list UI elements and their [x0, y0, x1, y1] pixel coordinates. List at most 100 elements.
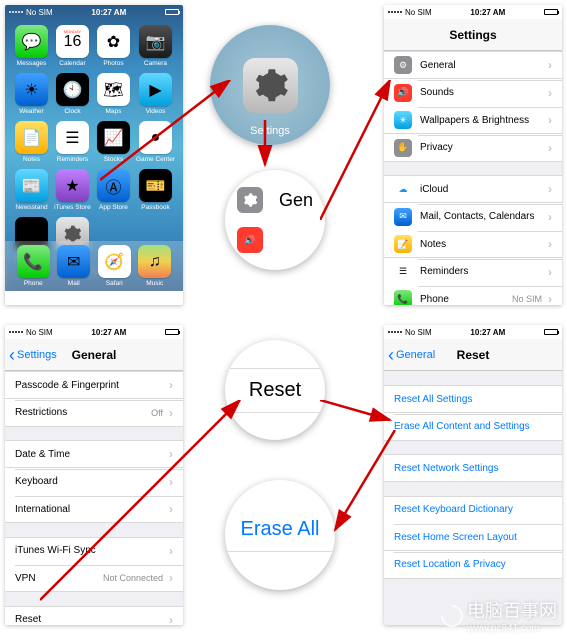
- row-wallpapers-brightness[interactable]: ☀Wallpapers & Brightness›: [384, 106, 562, 134]
- chevron-right-icon: ›: [548, 141, 552, 155]
- back-button[interactable]: Settings: [9, 349, 57, 361]
- zoom-general-row: Gen 🔊: [225, 170, 325, 270]
- maps-icon: 🗺: [97, 73, 130, 106]
- app-app-store[interactable]: ⒶApp Store: [95, 169, 132, 211]
- nav-title: Settings: [384, 28, 562, 42]
- dock: 📞Phone✉Mail🧭Safari♫Music: [5, 241, 183, 291]
- row-reset-network-settings[interactable]: Reset Network Settings: [384, 454, 562, 482]
- back-button[interactable]: General: [388, 349, 435, 361]
- chevron-right-icon: ›: [169, 544, 173, 558]
- row-date-time[interactable]: Date & Time›: [5, 440, 183, 468]
- general-label: Gen: [279, 190, 313, 211]
- app-label: Calendar: [59, 60, 85, 67]
- reminders-icon: ☰: [394, 263, 412, 281]
- row-general[interactable]: ⚙ General ›: [384, 51, 562, 79]
- chevron-right-icon: ›: [548, 58, 552, 72]
- passbook-icon: 🎫: [139, 169, 172, 202]
- gear-icon: [237, 187, 263, 213]
- app-label: Reminders: [57, 156, 88, 163]
- row-sounds[interactable]: 🔊Sounds›: [384, 79, 562, 107]
- sounds-icon: 🔊: [394, 84, 412, 102]
- app-newsstand[interactable]: 📰Newsstand: [13, 169, 50, 211]
- safari-icon: 🧭: [98, 245, 131, 278]
- camera-icon: 📷: [139, 25, 172, 58]
- app-game-center[interactable]: ●Game Center: [136, 121, 175, 163]
- dock-app-safari[interactable]: 🧭Safari: [98, 245, 131, 287]
- app-label: Clock: [64, 108, 80, 115]
- calendar-icon: MONDAY16: [56, 25, 89, 58]
- row-reset[interactable]: Reset›: [5, 606, 183, 626]
- row-reset-keyboard-dictionary[interactable]: Reset Keyboard Dictionary: [384, 496, 562, 524]
- row-label: Passcode & Fingerprint: [15, 380, 163, 391]
- app-messages[interactable]: 💬Messages: [13, 25, 50, 67]
- phone-icon: 📞: [17, 245, 50, 278]
- app-notes[interactable]: 📄Notes: [13, 121, 50, 163]
- row-icloud[interactable]: ☁iCloud›: [384, 175, 562, 203]
- app-clock[interactable]: 🕙 Clock: [54, 73, 91, 115]
- general-icon: ⚙: [394, 56, 412, 74]
- row-phone[interactable]: 📞PhoneNo SIM›: [384, 285, 562, 305]
- reminders-icon: ☰: [56, 121, 89, 154]
- settings-screen: No SIM 10:27 AM Settings ⚙General›🔊Sound…: [384, 5, 562, 305]
- app-label: Camera: [144, 60, 167, 67]
- phone-icon: 📞: [394, 290, 412, 305]
- app-label: Videos: [146, 108, 166, 115]
- app-itunes-store[interactable]: ★iTunes Store: [54, 169, 91, 211]
- row-itunes-wi-fi-sync[interactable]: iTunes Wi-Fi Sync›: [5, 537, 183, 565]
- app-stocks[interactable]: 📈Stocks: [95, 121, 132, 163]
- row-label: International: [15, 504, 163, 515]
- row-passcode-fingerprint[interactable]: Passcode & Fingerprint ›: [5, 371, 183, 399]
- chevron-right-icon: ›: [169, 406, 173, 420]
- app-passbook[interactable]: 🎫Passbook: [136, 169, 175, 211]
- row-label: General: [420, 60, 542, 71]
- row-label: Notes: [420, 239, 542, 250]
- reset-label: Reset: [225, 368, 325, 413]
- app-camera[interactable]: 📷 Camera: [136, 25, 175, 67]
- row-mail-contacts-calendars[interactable]: ✉Mail, Contacts, Calendars›: [384, 203, 562, 231]
- app-maps[interactable]: 🗺 Maps: [95, 73, 132, 115]
- app-videos[interactable]: ▶Videos: [136, 73, 175, 115]
- chevron-right-icon: ›: [169, 378, 173, 392]
- photos-icon: ✿: [97, 25, 130, 58]
- app-calendar[interactable]: MONDAY16 Calendar: [54, 25, 91, 67]
- mail-contacts-calendars-icon: ✉: [394, 208, 412, 226]
- app-photos[interactable]: ✿Photos: [95, 25, 132, 67]
- row-restrictions[interactable]: RestrictionsOff›: [5, 399, 183, 427]
- status-bar: No SIM 10:27 AM: [384, 325, 562, 339]
- chevron-right-icon: ›: [548, 182, 552, 196]
- row-notes[interactable]: 📝Notes›: [384, 230, 562, 258]
- row-reset-location-privacy[interactable]: Reset Location & Privacy: [384, 551, 562, 579]
- chevron-right-icon: ›: [548, 237, 552, 251]
- row-keyboard[interactable]: Keyboard›: [5, 468, 183, 496]
- row-label: Reset Home Screen Layout: [394, 532, 552, 543]
- dock-app-phone[interactable]: 📞Phone: [17, 245, 50, 287]
- dock-app-mail[interactable]: ✉Mail: [57, 245, 90, 287]
- app-weather[interactable]: ☀Weather: [13, 73, 50, 115]
- general-screen: No SIM 10:27 AM Settings General Passcod…: [5, 325, 183, 625]
- row-label: Reset Keyboard Dictionary: [394, 504, 552, 515]
- mail-icon: ✉: [57, 245, 90, 278]
- chevron-right-icon: ›: [548, 86, 552, 100]
- row-erase-all-content-and-settings[interactable]: Erase All Content and Settings: [384, 413, 562, 441]
- row-privacy[interactable]: ✋Privacy›: [384, 134, 562, 162]
- app-label: Maps: [106, 108, 122, 115]
- row-label: Wallpapers & Brightness: [420, 115, 542, 126]
- row-reset-home-screen-layout[interactable]: Reset Home Screen Layout: [384, 523, 562, 551]
- row-label: Reset Location & Privacy: [394, 559, 552, 570]
- clock-icon: 🕙: [56, 73, 89, 106]
- row-vpn[interactable]: VPNNot Connected›: [5, 564, 183, 592]
- row-reminders[interactable]: ☰Reminders›: [384, 258, 562, 286]
- chevron-right-icon: ›: [169, 502, 173, 516]
- app-label: iTunes Store: [54, 204, 91, 211]
- chevron-right-icon: ›: [169, 447, 173, 461]
- app-reminders[interactable]: ☰ Reminders: [54, 121, 91, 163]
- chevron-right-icon: ›: [548, 265, 552, 279]
- wallpapers-brightness-icon: ☀: [394, 111, 412, 129]
- notes-icon: 📄: [15, 121, 48, 154]
- dock-app-music[interactable]: ♫Music: [138, 245, 171, 287]
- row-label: Erase All Content and Settings: [394, 421, 552, 432]
- settings-icon: [243, 58, 298, 113]
- row-reset-all-settings[interactable]: Reset All Settings: [384, 385, 562, 413]
- row-label: Keyboard: [15, 476, 163, 487]
- row-international[interactable]: International ›: [5, 495, 183, 523]
